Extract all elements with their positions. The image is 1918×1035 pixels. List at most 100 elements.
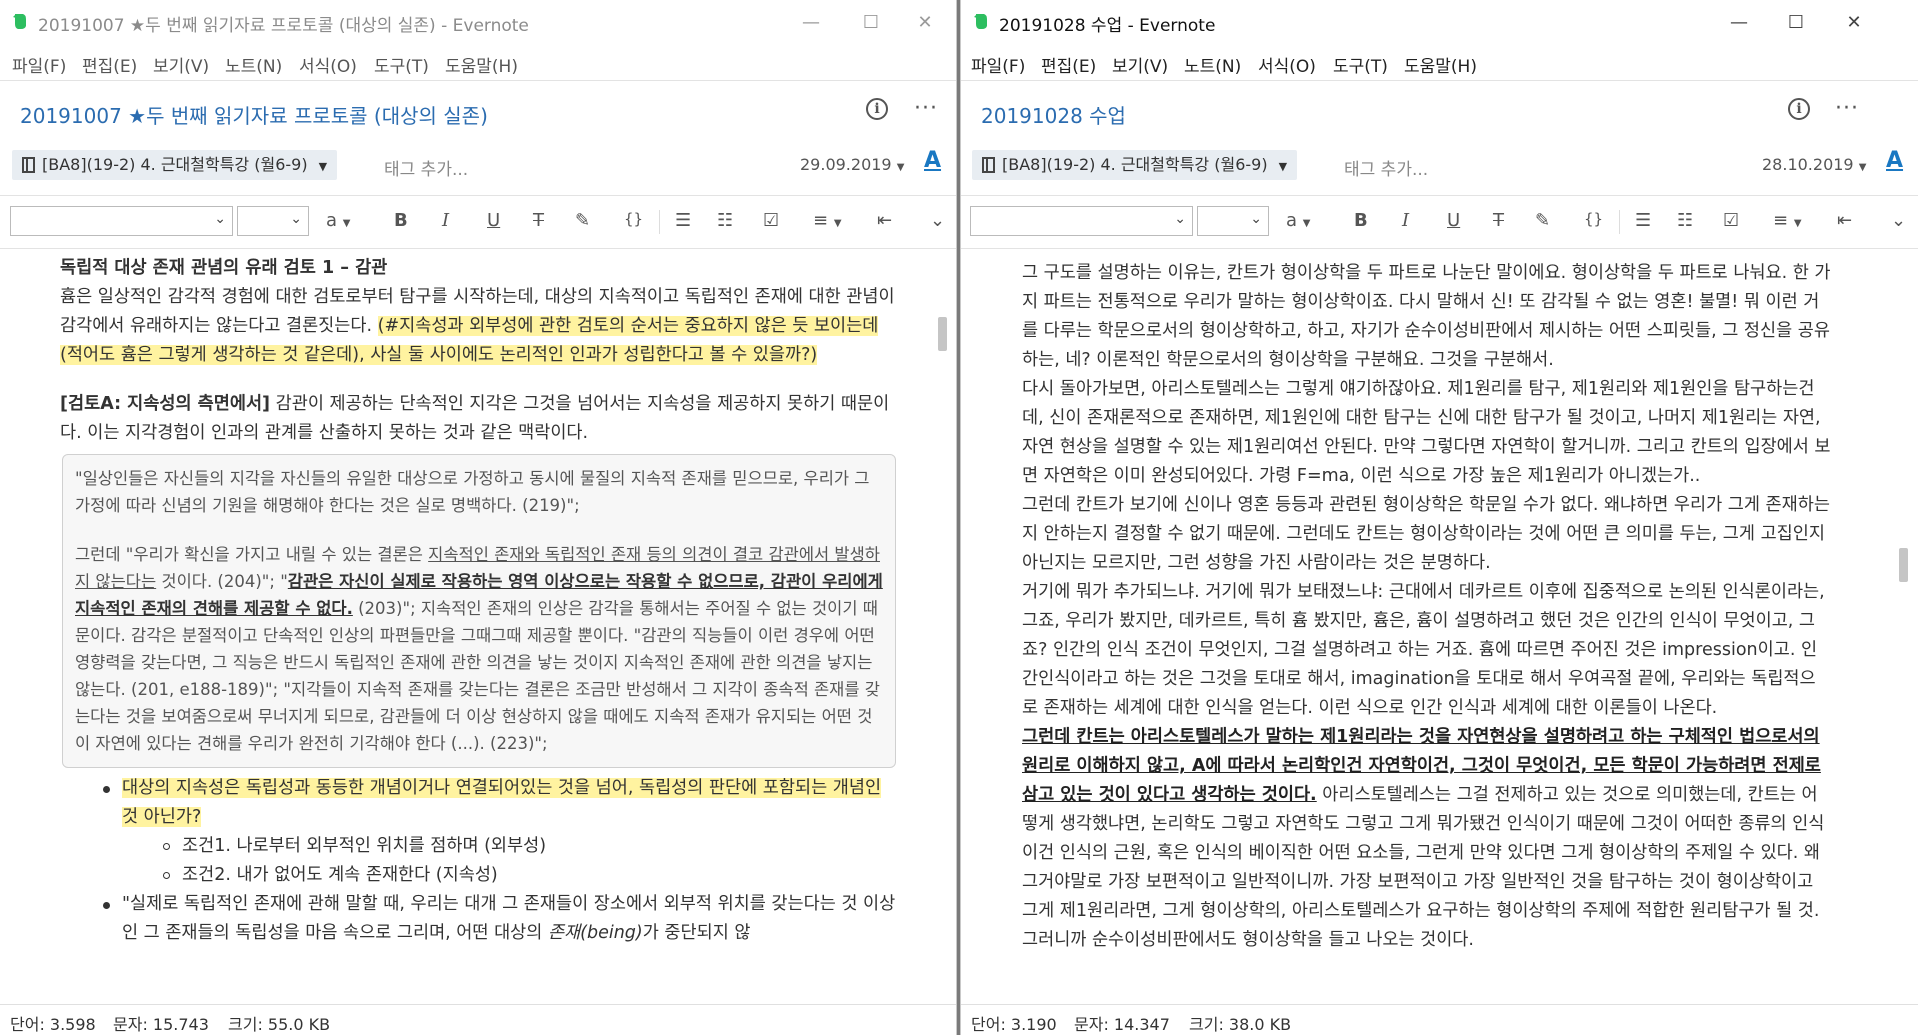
quote-text: (203)"; 지속적인 존재의 인상은 감각을 통해서는 주어질 수 없는 것… bbox=[75, 599, 880, 753]
paragraph: [검토A: 지속성의 측면에서] 감관이 제공하는 단속적인 지각은 그것을 넘… bbox=[60, 390, 896, 448]
menu-help[interactable]: 도움말(H) bbox=[445, 52, 518, 77]
bullet-list-icon[interactable]: ☰ bbox=[1635, 210, 1651, 231]
numbered-list-icon[interactable]: ☷ bbox=[717, 210, 733, 231]
info-icon[interactable]: i bbox=[866, 98, 888, 120]
checkbox-icon[interactable]: ☑ bbox=[763, 210, 779, 231]
code-block-button[interactable]: {} bbox=[624, 210, 643, 228]
maximize-button[interactable]: ☐ bbox=[848, 0, 894, 44]
notebook-selector[interactable]: [BA8](19-2) 4. 근대철학특강 (월6-9) ▼ bbox=[972, 150, 1298, 180]
menu-tools[interactable]: 도구(T) bbox=[374, 52, 429, 77]
status-bar: 단어: 3.190 문자: 14.347 크기: 38.0 KB bbox=[961, 1004, 1918, 1035]
italic-text: 존재(being) bbox=[547, 923, 643, 943]
align-icon[interactable]: ≡ ▼ bbox=[1773, 210, 1802, 231]
note-title[interactable]: 20191007 ★두 번째 읽기자료 프로토콜 (대상의 실존) bbox=[20, 100, 488, 129]
note-editor[interactable]: 그 구도를 설명하는 이유는, 칸트가 형이상학을 두 파트로 나눈단 말이에요… bbox=[961, 252, 1918, 1005]
quote-text: 그런데 "우리가 확신을 가지고 내릴 수 있는 결론은 bbox=[75, 545, 429, 564]
file-size: 크기: 38.0 KB bbox=[1189, 1015, 1292, 1034]
note-date[interactable]: 28.10.2019 ▼ bbox=[1762, 155, 1866, 174]
quote-block: "일상인들은 자신들의 지각을 자신들의 유일한 대상으로 가정하고 동시에 물… bbox=[62, 454, 896, 768]
more-toolbar-icon[interactable]: ⌄ bbox=[930, 210, 945, 231]
note-title[interactable]: 20191028 수업 bbox=[981, 100, 1126, 129]
note-editor[interactable]: 독립적 대상 존재 관념의 유래 검토 1 – 감관 흄은 일상적인 감각적 경… bbox=[0, 252, 956, 1005]
scrollbar-thumb[interactable] bbox=[938, 317, 947, 351]
quote-text: 그런데 "우리가 확신을 가지고 내릴 수 있는 결론은 지속적인 존재와 독립… bbox=[75, 541, 883, 757]
font-size-select[interactable]: ⌄ bbox=[237, 206, 309, 236]
more-options-icon[interactable]: ··· bbox=[1835, 96, 1859, 121]
list-item-text: 조건1. 나로부터 외부적인 위치를 점하며 (외부성) bbox=[182, 836, 547, 856]
tag-input[interactable]: 태그 추가... bbox=[1344, 155, 1428, 180]
chevron-down-icon: ⌄ bbox=[1250, 211, 1262, 227]
more-options-icon[interactable]: ··· bbox=[914, 96, 938, 121]
list-item-text: 대상의 지속성은 독립성과 동등한 개념이거나 연결되어있는 것을 넘어, 독립… bbox=[122, 778, 882, 827]
list-item-text: 가 중단되지 않 bbox=[642, 923, 751, 943]
menu-edit[interactable]: 편집(E) bbox=[1041, 52, 1096, 77]
menu-note[interactable]: 노트(N) bbox=[1184, 52, 1241, 77]
format-toolbar: ⌄ ⌄ a ▼ B I U T ✎ {} ☰ ☷ ☑ ≡ ▼ ⇤ ⌄ bbox=[0, 198, 956, 246]
menu-file[interactable]: 파일(F) bbox=[971, 52, 1025, 77]
menu-view[interactable]: 보기(V) bbox=[153, 52, 209, 77]
chevron-down-icon: ⌄ bbox=[290, 211, 302, 227]
align-icon[interactable]: ≡ ▼ bbox=[813, 210, 842, 231]
italic-button[interactable]: I bbox=[442, 210, 449, 231]
list-item-text: 조건2. 내가 없어도 계속 존재한다 (지속성) bbox=[182, 865, 498, 885]
menu-format[interactable]: 서식(O) bbox=[1258, 52, 1316, 77]
highlighter-icon[interactable]: ✎ bbox=[1535, 210, 1550, 231]
bold-label: [검토A: 지속성의 측면에서] bbox=[60, 394, 271, 414]
menu-view[interactable]: 보기(V) bbox=[1112, 52, 1168, 77]
font-size-select[interactable]: ⌄ bbox=[1197, 206, 1269, 236]
titlebar[interactable]: 20191007 ★두 번째 읽기자료 프로토콜 (대상의 실존) - Ever… bbox=[0, 0, 956, 44]
list-item: "실제로 독립적인 존재에 관해 말할 때, 우리는 대개 그 존재들이 장소에… bbox=[60, 890, 896, 948]
numbered-list-icon[interactable]: ☷ bbox=[1677, 210, 1693, 231]
font-color-button[interactable]: a ▼ bbox=[1286, 210, 1310, 231]
maximize-button[interactable]: ☐ bbox=[1773, 0, 1819, 44]
bold-button[interactable]: B bbox=[394, 210, 408, 231]
bullet-list-icon[interactable]: ☰ bbox=[675, 210, 691, 231]
section-heading: 독립적 대상 존재 관념의 유래 검토 1 – 감관 bbox=[60, 258, 388, 278]
close-button[interactable]: ✕ bbox=[1831, 0, 1877, 44]
chevron-down-icon: ▼ bbox=[1858, 162, 1867, 173]
bold-button[interactable]: B bbox=[1354, 210, 1368, 231]
right-evernote-window: 20191028 수업 - Evernote — ☐ ✕ 파일(F) 편집(E)… bbox=[960, 0, 1918, 1035]
code-block-button[interactable]: {} bbox=[1584, 210, 1603, 228]
tag-input[interactable]: 태그 추가... bbox=[384, 155, 468, 180]
minimize-button[interactable]: — bbox=[1716, 0, 1762, 44]
font-family-select[interactable]: ⌄ bbox=[10, 206, 233, 236]
menu-note[interactable]: 노트(N) bbox=[225, 52, 282, 77]
font-family-select[interactable]: ⌄ bbox=[970, 206, 1193, 236]
info-icon[interactable]: i bbox=[1788, 98, 1810, 120]
notebook-selector[interactable]: [BA8](19-2) 4. 근대철학특강 (월6-9) ▼ bbox=[12, 150, 338, 180]
more-toolbar-icon[interactable]: ⌄ bbox=[1891, 210, 1906, 231]
notebook-name: [BA8](19-2) 4. 근대철학특강 (월6-9) bbox=[1002, 155, 1268, 174]
font-color-button[interactable]: a ▼ bbox=[326, 210, 350, 231]
minimize-button[interactable]: — bbox=[788, 0, 834, 44]
strikethrough-button[interactable]: T bbox=[533, 210, 544, 231]
titlebar[interactable]: 20191028 수업 - Evernote — ☐ ✕ bbox=[961, 0, 1918, 44]
strikethrough-button[interactable]: T bbox=[1493, 210, 1504, 231]
close-button[interactable]: ✕ bbox=[902, 0, 948, 44]
outdent-icon[interactable]: ⇤ bbox=[1837, 210, 1852, 231]
paragraph: 그런데 칸트는 아리스토텔레스가 말하는 제1원리라는 것을 자연현상을 설명하… bbox=[1022, 723, 1831, 955]
bullet bbox=[103, 902, 110, 909]
underline-button[interactable]: U bbox=[1447, 210, 1460, 231]
menu-edit[interactable]: 편집(E) bbox=[82, 52, 137, 77]
date-value: 29.09.2019 bbox=[800, 155, 892, 174]
outdent-icon[interactable]: ⇤ bbox=[877, 210, 892, 231]
checkbox-icon[interactable]: ☑ bbox=[1723, 210, 1739, 231]
notebook-icon bbox=[22, 157, 35, 173]
word-count: 단어: 3.190 bbox=[971, 1015, 1057, 1034]
menu-file[interactable]: 파일(F) bbox=[12, 52, 66, 77]
underline-button[interactable]: U bbox=[487, 210, 500, 231]
bullet bbox=[103, 786, 110, 793]
divider bbox=[0, 80, 956, 81]
chevron-down-icon: ▼ bbox=[1278, 160, 1288, 173]
note-body: 독립적 대상 존재 관념의 유래 검토 1 – 감관 흄은 일상적인 감각적 경… bbox=[60, 254, 896, 948]
scrollbar-thumb[interactable] bbox=[1899, 548, 1908, 582]
menu-format[interactable]: 서식(O) bbox=[299, 52, 357, 77]
italic-button[interactable]: I bbox=[1402, 210, 1409, 231]
menu-tools[interactable]: 도구(T) bbox=[1333, 52, 1388, 77]
font-a-icon[interactable]: A bbox=[924, 148, 941, 173]
font-a-icon[interactable]: A bbox=[1886, 148, 1903, 173]
highlighter-icon[interactable]: ✎ bbox=[575, 210, 590, 231]
note-date[interactable]: 29.09.2019 ▼ bbox=[800, 155, 904, 174]
menu-help[interactable]: 도움말(H) bbox=[1404, 52, 1477, 77]
